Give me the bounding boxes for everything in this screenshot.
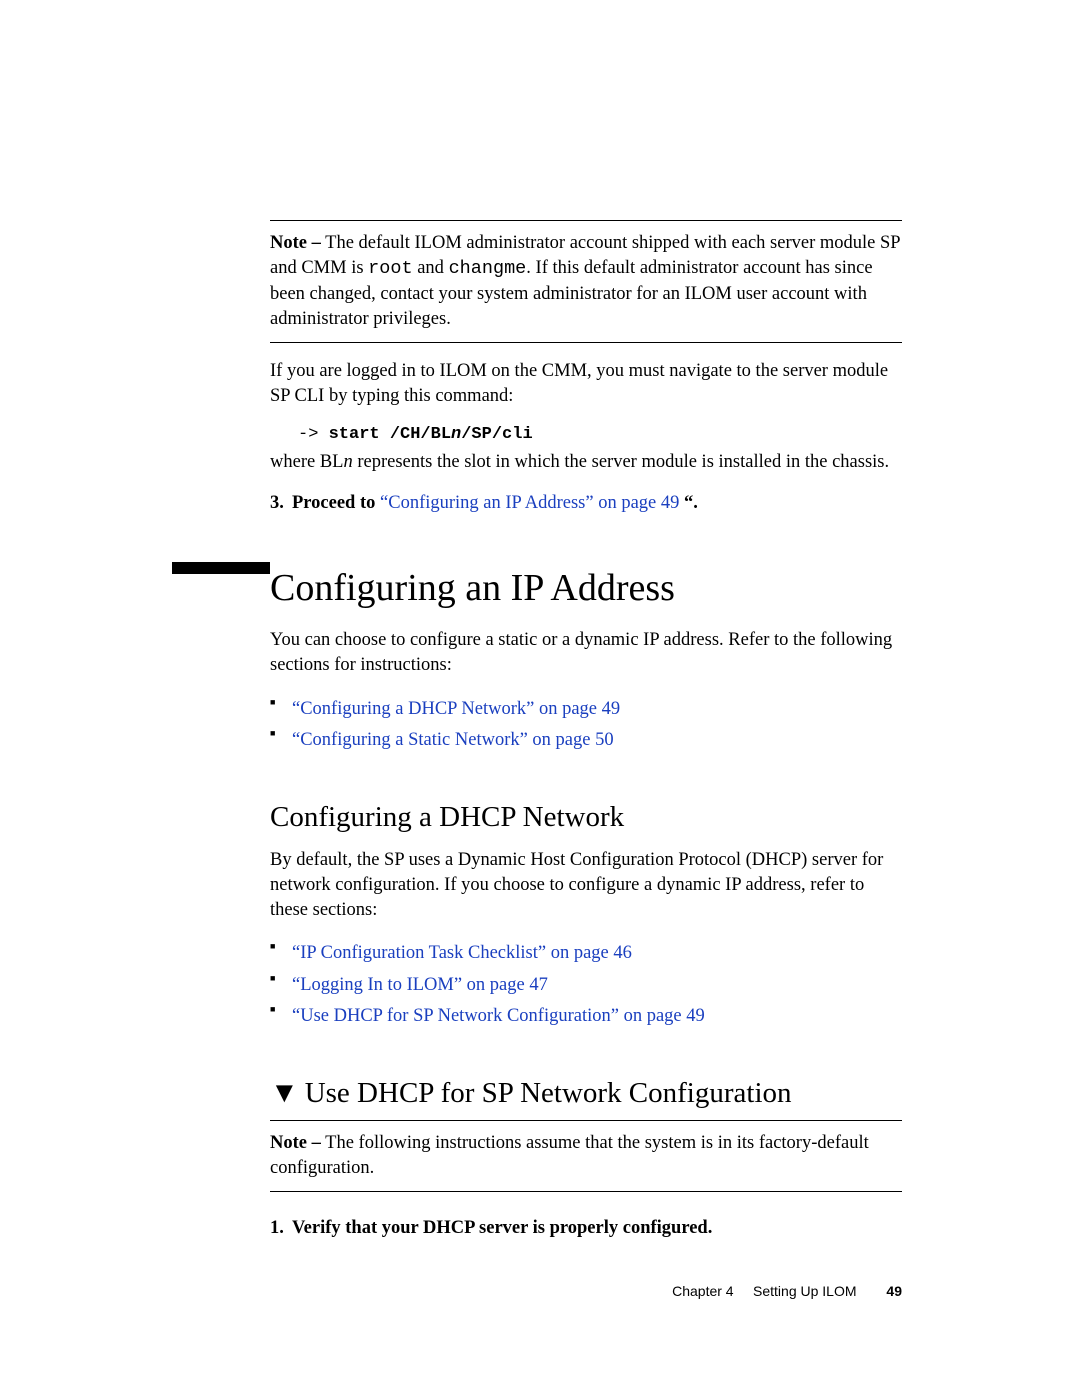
note-and: and bbox=[413, 258, 449, 278]
h1-links-list: “Configuring a DHCP Network” on page 49 … bbox=[270, 694, 902, 757]
heading-use-dhcp-proc: ▼Use DHCP for SP Network Configuration bbox=[270, 1077, 902, 1110]
note-rule-bottom bbox=[270, 342, 902, 343]
step-3: 3. Proceed to “Configuring an IP Address… bbox=[270, 491, 902, 516]
link-use-dhcp[interactable]: “Use DHCP for SP Network Configuration” … bbox=[292, 1006, 705, 1026]
where-text: where BLn represents the slot in which t… bbox=[270, 450, 902, 475]
cmm-navigate-text: If you are logged in to ILOM on the CMM,… bbox=[270, 359, 902, 409]
list-item: “IP Configuration Task Checklist” on pag… bbox=[270, 938, 902, 969]
link-ip-checklist[interactable]: “IP Configuration Task Checklist” on pag… bbox=[292, 943, 632, 963]
literal-changme: changme bbox=[449, 258, 527, 279]
list-item: “Use DHCP for SP Network Configuration” … bbox=[270, 1001, 902, 1032]
page-footer: Chapter 4 Setting Up ILOM 49 bbox=[672, 1283, 902, 1299]
h1-intro: You can choose to configure a static or … bbox=[270, 628, 902, 678]
footer-title: Setting Up ILOM bbox=[753, 1283, 857, 1299]
note2-text: The following instructions assume that t… bbox=[270, 1133, 869, 1178]
note2-rule-bottom bbox=[270, 1191, 902, 1192]
dhcp-intro: By default, the SP uses a Dynamic Host C… bbox=[270, 848, 902, 923]
cli-part1: start /CH/BL bbox=[318, 425, 451, 444]
link-dhcp-network[interactable]: “Configuring a DHCP Network” on page 49 bbox=[292, 699, 620, 719]
link-logging-in[interactable]: “Logging In to ILOM” on page 47 bbox=[292, 975, 548, 995]
step-num-3: 3. bbox=[270, 491, 292, 516]
step3-tail: “. bbox=[679, 493, 698, 513]
link-configuring-ip[interactable]: “Configuring an IP Address” on page 49 bbox=[380, 493, 679, 513]
proc-title: Use DHCP for SP Network Configuration bbox=[305, 1077, 792, 1109]
heading-dhcp-network: Configuring a DHCP Network bbox=[270, 801, 902, 834]
list-item: “Logging In to ILOM” on page 47 bbox=[270, 970, 902, 1001]
page-number: 49 bbox=[886, 1283, 902, 1299]
cli-part2: /SP/cli bbox=[461, 425, 532, 444]
where-2: represents the slot in which the server … bbox=[353, 452, 889, 472]
link-static-network[interactable]: “Configuring a Static Network” on page 5… bbox=[292, 730, 614, 750]
cli-prompt: -> bbox=[298, 425, 318, 444]
where-n: n bbox=[343, 452, 352, 472]
list-item: “Configuring a Static Network” on page 5… bbox=[270, 725, 902, 756]
list-item: “Configuring a DHCP Network” on page 49 bbox=[270, 694, 902, 725]
literal-root: root bbox=[368, 258, 412, 279]
dhcp-links-list: “IP Configuration Task Checklist” on pag… bbox=[270, 938, 902, 1032]
section-marker bbox=[172, 562, 270, 574]
note-factory-default: Note – The following instructions assume… bbox=[270, 1131, 902, 1181]
heading-configuring-ip: Configuring an IP Address bbox=[270, 566, 902, 610]
triangle-down-icon: ▼ bbox=[270, 1077, 299, 1110]
proceed-to: Proceed to bbox=[292, 493, 380, 513]
where-1: where BL bbox=[270, 452, 343, 472]
cli-variable-n: n bbox=[451, 425, 461, 444]
cli-command: -> start /CH/BLn/SP/cli bbox=[298, 425, 902, 444]
step-num-1: 1. bbox=[270, 1216, 292, 1241]
step1-text: Verify that your DHCP server is properly… bbox=[292, 1216, 712, 1241]
footer-chapter: Chapter 4 bbox=[672, 1283, 733, 1299]
note2-rule-top bbox=[270, 1120, 902, 1121]
note-admin-account: Note – The default ILOM administrator ac… bbox=[270, 231, 902, 332]
note-rule-top bbox=[270, 220, 902, 221]
step-1: 1. Verify that your DHCP server is prope… bbox=[270, 1216, 902, 1241]
note-label: Note – bbox=[270, 233, 321, 253]
note2-label: Note – bbox=[270, 1133, 321, 1153]
